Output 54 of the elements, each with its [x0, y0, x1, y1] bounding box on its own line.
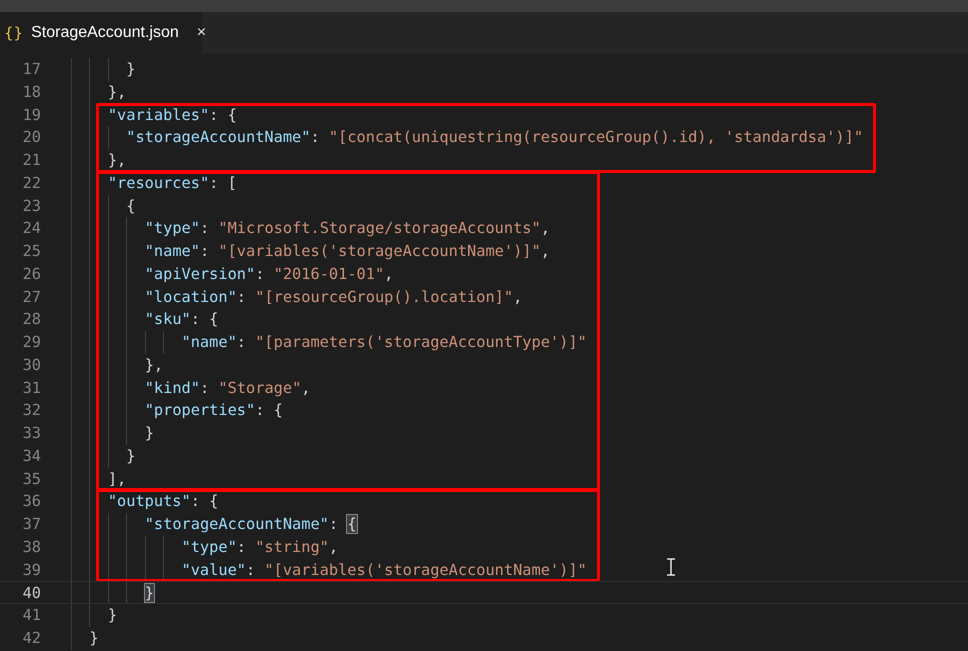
line-number: 39 — [22, 560, 41, 580]
line-number: 28 — [22, 309, 41, 330]
line-number: 22 — [22, 172, 41, 194]
code-line: }, — [144, 354, 164, 376]
braces-icon: {} — [4, 22, 24, 44]
code-line: "variables": { — [106, 104, 237, 126]
line-number: 27 — [22, 286, 41, 308]
code-line: "sku": { — [144, 309, 218, 330]
tab-label: StorageAccount.json — [31, 23, 179, 43]
code-line: }, — [106, 150, 126, 171]
code-line: "storageAccountName": { — [144, 514, 357, 535]
code-line: "location": "[resourceGroup().location]", — [144, 286, 522, 308]
code-line: "name": "[parameters('storageAccountType')]" — [180, 332, 587, 353]
code-line: }, — [106, 82, 126, 103]
code-line: { — [125, 196, 136, 216]
code-line: "type": "Microsoft.Storage/storageAccounts", — [144, 218, 550, 240]
line-number: 41 — [22, 605, 41, 626]
line-number: 21 — [22, 150, 41, 171]
line-number: 23 — [22, 196, 41, 216]
code-line: "outputs": { — [106, 491, 218, 512]
line-number: 18 — [22, 82, 41, 103]
code-line: "type": "string", — [180, 536, 338, 558]
code-line: "apiVersion": "2016-01-01", — [144, 264, 394, 285]
line-number: 17 — [22, 59, 41, 80]
code-line: } — [125, 59, 136, 80]
code-line: "resources": [ — [106, 172, 237, 194]
line-number: 30 — [22, 354, 41, 376]
code-line: "kind": "Storage", — [144, 378, 310, 398]
line-number: 36 — [22, 491, 41, 512]
line-number: 19 — [22, 104, 41, 126]
line-number: 26 — [22, 264, 41, 285]
code-line: } — [125, 446, 136, 467]
code-line: } — [106, 605, 118, 626]
code-line: } — [88, 628, 99, 649]
line-number: 40 — [22, 583, 41, 603]
line-number: 34 — [22, 446, 41, 467]
line-number: 29 — [22, 332, 41, 353]
line-number: 42 — [22, 628, 41, 649]
line-number: 24 — [22, 218, 41, 240]
text-cursor-icon — [666, 558, 676, 576]
code-line: "storageAccountName": "[concat(uniquestring(resourceGroup().id), 'standardsa')]" — [125, 127, 864, 148]
line-number: 31 — [22, 378, 41, 398]
line-number: 38 — [22, 536, 41, 558]
code-line: } — [144, 423, 154, 444]
code-line: ], — [106, 468, 126, 490]
code-line: "properties": { — [144, 400, 283, 422]
line-number: 20 — [22, 127, 41, 148]
line-number: 33 — [22, 423, 41, 444]
line-number: 32 — [22, 400, 41, 422]
code-line: "name": "[variables('storageAccountName')]", — [144, 241, 550, 262]
line-number: 35 — [22, 468, 41, 490]
code-line: "value": "[variables('storageAccountName')]" — [180, 560, 587, 580]
line-number: 25 — [22, 241, 41, 262]
line-number: 37 — [22, 514, 41, 535]
